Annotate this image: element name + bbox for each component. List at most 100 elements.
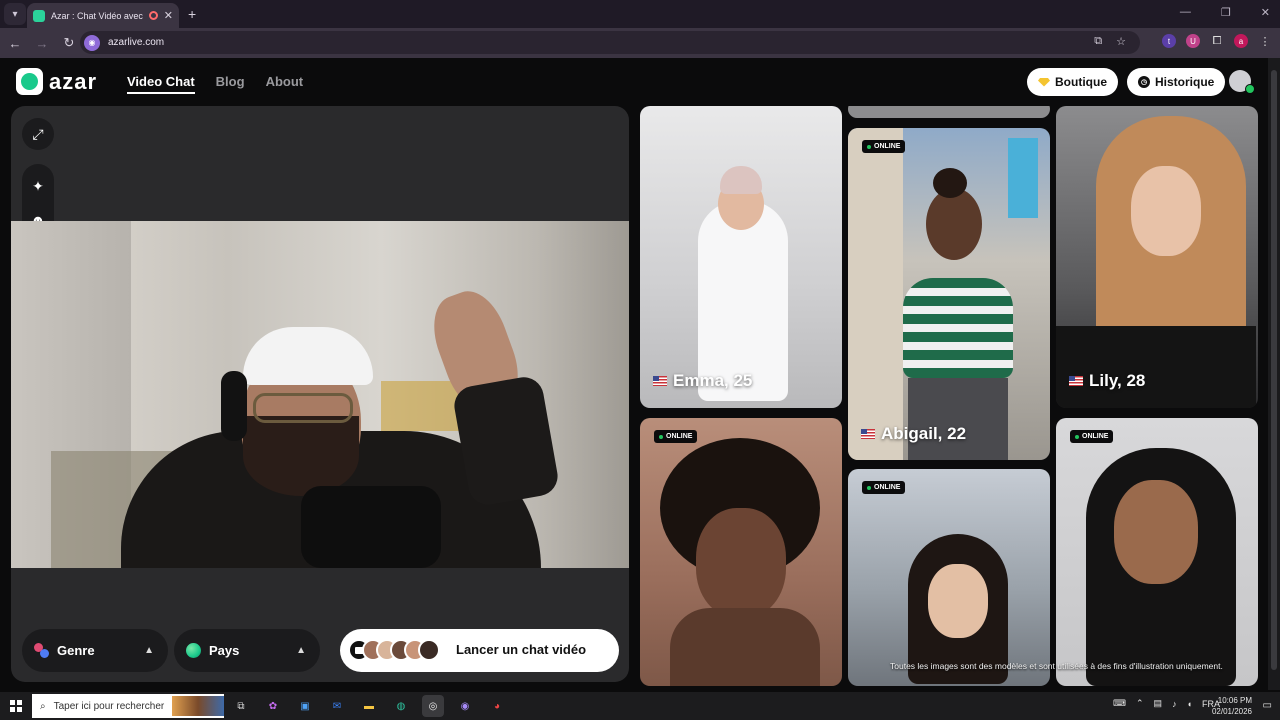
- obs-icon[interactable]: ◎: [422, 695, 444, 717]
- search-highlight-image: [172, 696, 224, 716]
- taskbar-search[interactable]: ⌕ Taper ici pour rechercher: [32, 694, 224, 718]
- tab-close-icon[interactable]: ✕: [164, 9, 173, 22]
- network-icon[interactable]: ▤: [1154, 698, 1163, 709]
- genre-label: Genre: [57, 643, 95, 658]
- taskbar-clock[interactable]: 10:06 PM 02/01/2026: [1212, 695, 1252, 717]
- browser-tab-bar: ▾ Azar : Chat Vidéo avec de n ✕ + — ❐ ✕: [0, 0, 1280, 28]
- profile-name: Abigail, 22: [861, 424, 966, 444]
- chevron-up-icon: ▲: [144, 645, 154, 656]
- install-app-icon[interactable]: ⧉: [1094, 35, 1102, 48]
- chrome-icon[interactable]: ◕: [486, 695, 508, 717]
- nav-video-chat[interactable]: Video Chat: [127, 74, 195, 94]
- mail-icon[interactable]: ✉: [326, 695, 348, 717]
- main-nav: Video Chat Blog About: [127, 74, 303, 94]
- search-icon: ⌕: [40, 700, 46, 712]
- clock-icon: ◷: [1138, 76, 1150, 88]
- azar-logo-icon: [16, 68, 43, 95]
- browser-tab[interactable]: Azar : Chat Vidéo avec de n ✕: [27, 3, 179, 28]
- extension-t-icon[interactable]: t: [1162, 34, 1176, 48]
- online-badge: ONLINE: [862, 481, 906, 494]
- store-icon[interactable]: ▣: [294, 695, 316, 717]
- profile-card-partial[interactable]: [848, 106, 1050, 118]
- site-header: azar Video Chat Blog About Boutique ◷ Hi…: [0, 58, 1268, 106]
- boutique-button[interactable]: Boutique: [1027, 68, 1118, 96]
- close-window-button[interactable]: ✕: [1261, 6, 1270, 19]
- nav-blog[interactable]: Blog: [216, 74, 245, 94]
- forward-button[interactable]: →: [30, 36, 54, 51]
- launch-chat-button[interactable]: Lancer un chat vidéo: [340, 629, 619, 672]
- chevron-up-icon[interactable]: ⌃: [1136, 698, 1144, 709]
- expand-icon[interactable]: ⤢: [22, 118, 54, 150]
- logo-text: azar: [49, 68, 98, 94]
- recording-icon: [148, 11, 158, 20]
- boutique-label: Boutique: [1055, 75, 1107, 89]
- tab-title: Azar : Chat Vidéo avec de n: [51, 10, 143, 21]
- profile-card-lily[interactable]: Lily, 28: [1056, 106, 1258, 408]
- restore-button[interactable]: ❐: [1221, 6, 1231, 19]
- webcam-feed: [11, 221, 629, 568]
- browser-toolbar: ← → ↻ ◉ azarlive.com ⧉ ☆ t U ⧠ a ⋮: [0, 28, 1280, 58]
- historique-label: Historique: [1155, 75, 1215, 89]
- back-button[interactable]: ←: [3, 36, 27, 51]
- windows-icon[interactable]: [10, 700, 22, 712]
- profile-name: Emma, 25: [653, 371, 752, 391]
- extension-u-icon[interactable]: U: [1186, 34, 1200, 48]
- microphone-icon[interactable]: ♪: [1172, 699, 1177, 709]
- globe-icon: [186, 643, 201, 658]
- puzzle-icon[interactable]: ⧠: [1210, 34, 1224, 48]
- azar-logo[interactable]: azar: [16, 68, 97, 95]
- nav-about[interactable]: About: [266, 74, 304, 94]
- model-gallery: Emma, 25 ONLINE ONLINE Abigail, 22 ONLIN…: [640, 106, 1258, 686]
- task-view-icon[interactable]: ⧉: [230, 695, 252, 717]
- profile-card-abigail[interactable]: ONLINE Abigail, 22: [848, 128, 1050, 460]
- sparkle-icon[interactable]: ✦: [22, 170, 54, 202]
- launch-avatars: [348, 639, 440, 661]
- chat-app-icon[interactable]: ◉: [454, 695, 476, 717]
- profile-card[interactable]: ONLINE: [848, 469, 1050, 686]
- profile-card-emma[interactable]: Emma, 25: [640, 106, 842, 408]
- us-flag-icon: [1069, 376, 1083, 386]
- profile-card[interactable]: ONLINE: [1056, 418, 1258, 686]
- video-panel: ⤢ ✦ ☻ Genre ▲ Pays ▲ Lancer un chat vidé…: [11, 106, 629, 682]
- clock-time: 10:06 PM: [1217, 696, 1252, 705]
- volume-icon[interactable]: ◖: [1187, 699, 1192, 709]
- launch-chat-label: Lancer un chat vidéo: [456, 642, 587, 657]
- gem-icon: [1038, 77, 1050, 87]
- historique-button[interactable]: ◷ Historique: [1127, 68, 1226, 96]
- keyboard-icon[interactable]: ⌨: [1113, 698, 1126, 709]
- profile-avatar-icon[interactable]: a: [1234, 34, 1248, 48]
- azar-page: azar Video Chat Blog About Boutique ◷ Hi…: [0, 58, 1280, 690]
- online-badge: ONLINE: [1070, 430, 1114, 443]
- window-controls: — ❐ ✕: [1180, 6, 1270, 19]
- minimize-button[interactable]: —: [1180, 6, 1191, 19]
- user-avatar-button[interactable]: [1229, 70, 1255, 94]
- online-badge: ONLINE: [862, 140, 906, 153]
- system-tray: ⌨ ⌃ ▤ ♪ ◖ FRA: [1113, 698, 1220, 709]
- notification-icon[interactable]: ▭: [1263, 700, 1272, 711]
- file-explorer-icon[interactable]: ▬: [358, 695, 380, 717]
- pays-label: Pays: [209, 643, 240, 658]
- avatar: [418, 639, 440, 661]
- menu-kebab-icon[interactable]: ⋮: [1258, 34, 1272, 48]
- profile-card[interactable]: ONLINE: [640, 418, 842, 686]
- address-bar-actions: ⧉ ☆: [1094, 35, 1126, 48]
- copilot-icon[interactable]: ✿: [262, 695, 284, 717]
- bookmark-star-icon[interactable]: ☆: [1116, 35, 1126, 48]
- genre-selector[interactable]: Genre ▲: [22, 629, 168, 672]
- tab-search-icon[interactable]: ▾: [4, 3, 26, 25]
- taskbar-apps: ⧉ ✿ ▣ ✉ ▬ ◍ ◎ ◉ ◕: [230, 695, 508, 717]
- us-flag-icon: [653, 376, 667, 386]
- edge-icon[interactable]: ◍: [390, 695, 412, 717]
- image-disclaimer: Toutes les images sont des modèles et so…: [890, 661, 1223, 671]
- chevron-up-icon: ▲: [296, 645, 306, 656]
- page-scrollbar[interactable]: [1268, 58, 1280, 690]
- online-badge: ONLINE: [654, 430, 698, 443]
- taskbar-search-placeholder: Taper ici pour rechercher: [53, 700, 165, 712]
- reload-button[interactable]: ↻: [57, 35, 81, 51]
- pays-selector[interactable]: Pays ▲: [174, 629, 320, 672]
- azar-favicon-icon: [33, 9, 45, 22]
- address-bar[interactable]: ◉ azarlive.com ⧉ ☆: [80, 31, 1140, 54]
- site-info-icon[interactable]: ◉: [84, 34, 100, 51]
- windows-taskbar: ⌕ Taper ici pour rechercher ⧉ ✿ ▣ ✉ ▬ ◍ …: [0, 692, 1280, 720]
- new-tab-button[interactable]: +: [188, 6, 196, 22]
